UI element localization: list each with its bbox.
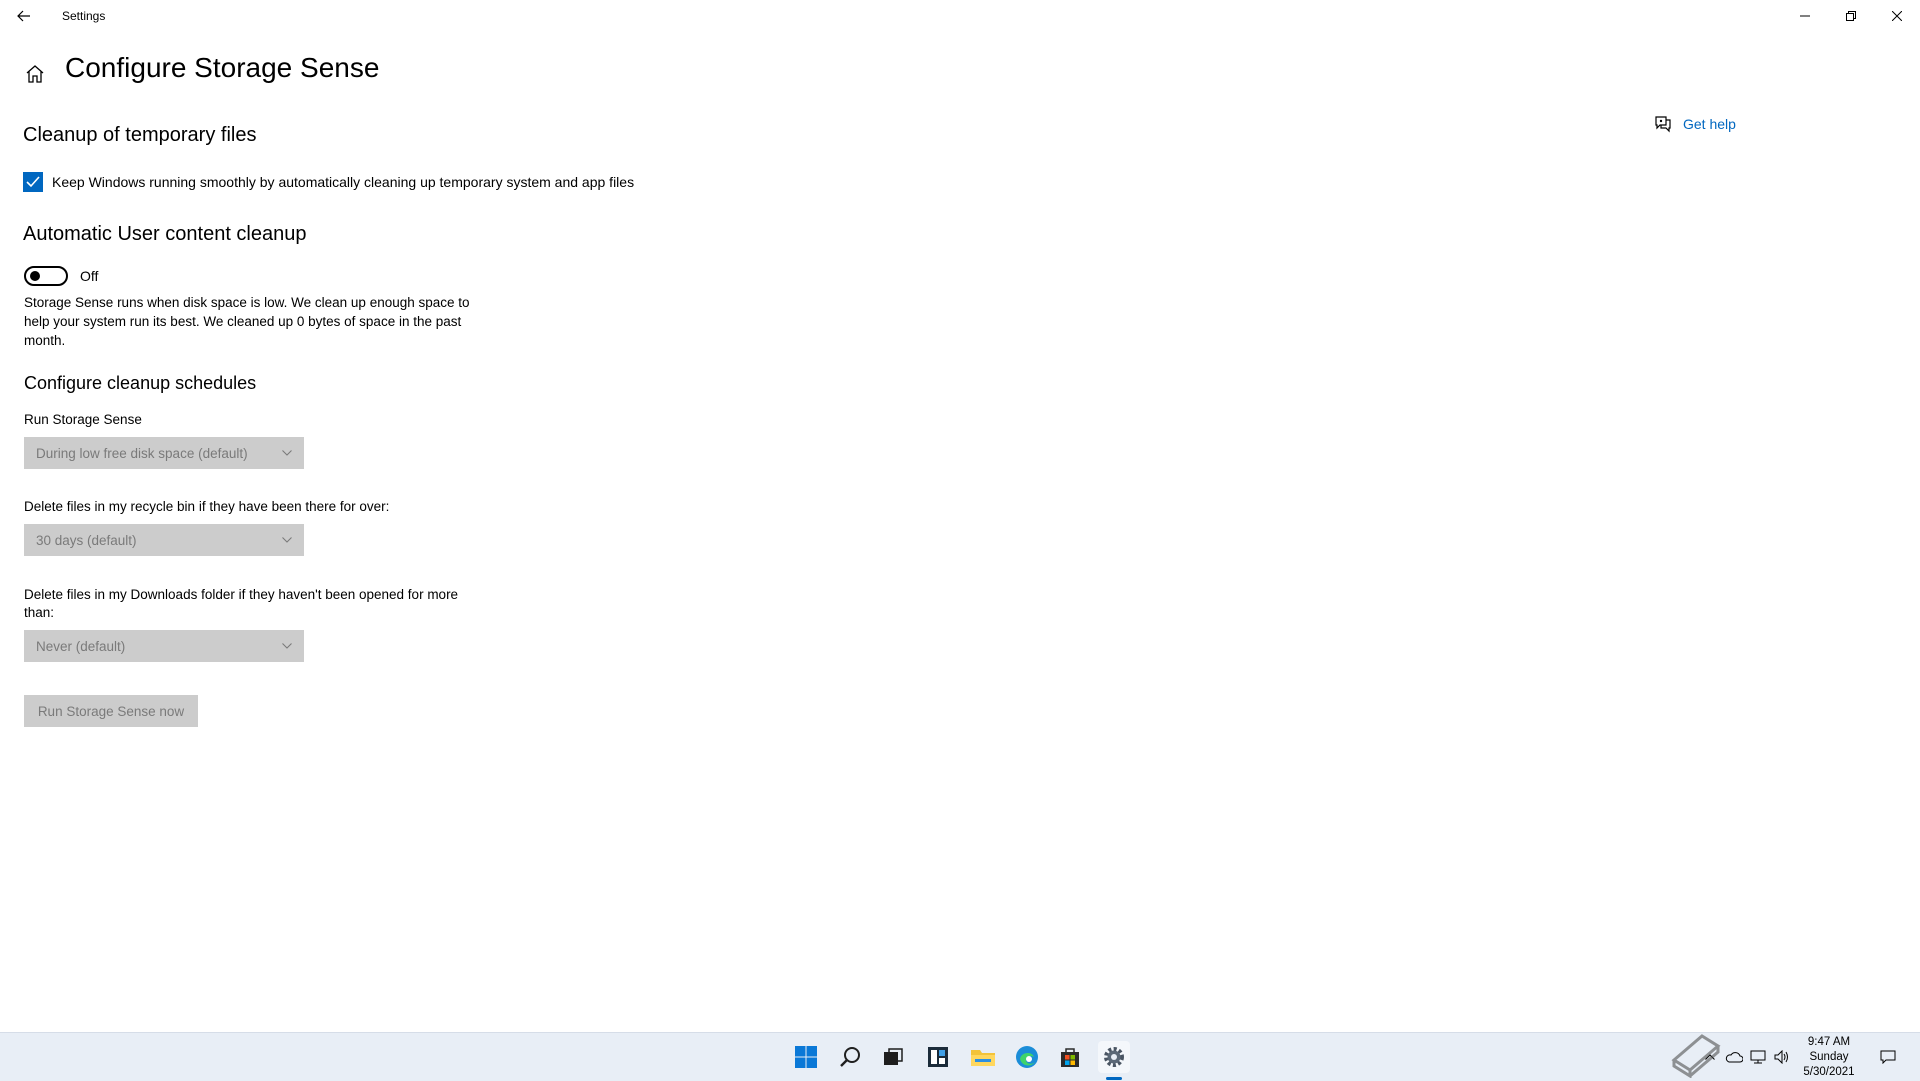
file-explorer-icon [971, 1050, 995, 1066]
store-button[interactable] [1054, 1041, 1086, 1073]
run-storage-sense-now-button[interactable]: Run Storage Sense now [24, 695, 198, 727]
task-view-button[interactable] [877, 1041, 909, 1073]
window-title: Settings [62, 9, 106, 23]
user-content-toggle-row[interactable]: Off [24, 266, 98, 286]
home-icon [26, 65, 44, 83]
temp-files-checkbox[interactable] [23, 172, 43, 192]
page-title: Configure Storage Sense [65, 52, 380, 83]
schedules-heading: Configure cleanup schedules [24, 373, 257, 393]
home-button[interactable] [22, 61, 48, 87]
run-storage-sense-label: Run Storage Sense [24, 412, 142, 427]
run-storage-sense-value: During low free disk space (default) [36, 445, 248, 461]
taskbar: 9:47 AM Sunday 5/30/2021 [0, 1032, 1920, 1081]
storage-sense-description: Storage Sense runs when disk space is lo… [24, 295, 470, 348]
settings-icon [1104, 1047, 1124, 1067]
temp-files-checkbox-row[interactable]: Keep Windows running smoothly by automat… [23, 172, 634, 192]
downloads-value: Never (default) [36, 638, 126, 654]
start-icon [795, 1046, 817, 1068]
back-button[interactable] [10, 2, 38, 30]
restore-button[interactable] [1828, 0, 1874, 32]
temp-files-heading: Cleanup of temporary files [23, 124, 257, 146]
search-icon [840, 1047, 860, 1067]
recycle-bin-value: 30 days (default) [36, 532, 137, 548]
minimize-icon [1800, 15, 1810, 17]
restore-icon [1846, 11, 1856, 21]
chevron-down-icon [282, 450, 292, 456]
downloads-dropdown[interactable]: Never (default) [24, 630, 304, 662]
toggle-knob [30, 271, 40, 281]
book-icon [1671, 1034, 1721, 1078]
user-content-heading: Automatic User content cleanup [23, 223, 307, 245]
run-storage-sense-dropdown[interactable]: During low free disk space (default) [24, 437, 304, 469]
file-explorer-button[interactable] [967, 1041, 999, 1073]
downloads-label: Delete files in my Downloads folder if t… [24, 587, 459, 620]
toggle-state-label: Off [80, 268, 99, 284]
user-content-toggle[interactable] [24, 266, 68, 286]
store-icon [1061, 1048, 1079, 1067]
start-button[interactable] [790, 1041, 822, 1073]
close-button[interactable] [1874, 0, 1920, 32]
checkmark-icon [26, 176, 40, 188]
recycle-bin-dropdown[interactable]: 30 days (default) [24, 524, 304, 556]
recycle-bin-label: Delete files in my recycle bin if they h… [24, 499, 390, 514]
title-bar: Settings [0, 0, 1920, 32]
edge-icon [1016, 1046, 1038, 1068]
get-help-link[interactable]: Get help [1653, 115, 1736, 133]
back-arrow-icon [17, 10, 30, 22]
widgets-icon [928, 1047, 948, 1067]
help-chat-icon [1655, 116, 1671, 133]
widgets-button[interactable] [922, 1041, 954, 1073]
task-view-icon [884, 1048, 903, 1065]
settings-button[interactable] [1098, 1041, 1130, 1073]
temp-files-checkbox-label: Keep Windows running smoothly by automat… [52, 174, 635, 190]
close-icon [1892, 11, 1902, 21]
search-button[interactable] [834, 1041, 866, 1073]
chevron-down-icon [282, 537, 292, 543]
watermark-logo [1668, 1026, 1918, 1080]
chevron-down-icon [282, 643, 292, 649]
get-help-label: Get help [1683, 116, 1736, 132]
edge-button[interactable] [1011, 1041, 1043, 1073]
minimize-button[interactable] [1782, 0, 1828, 32]
